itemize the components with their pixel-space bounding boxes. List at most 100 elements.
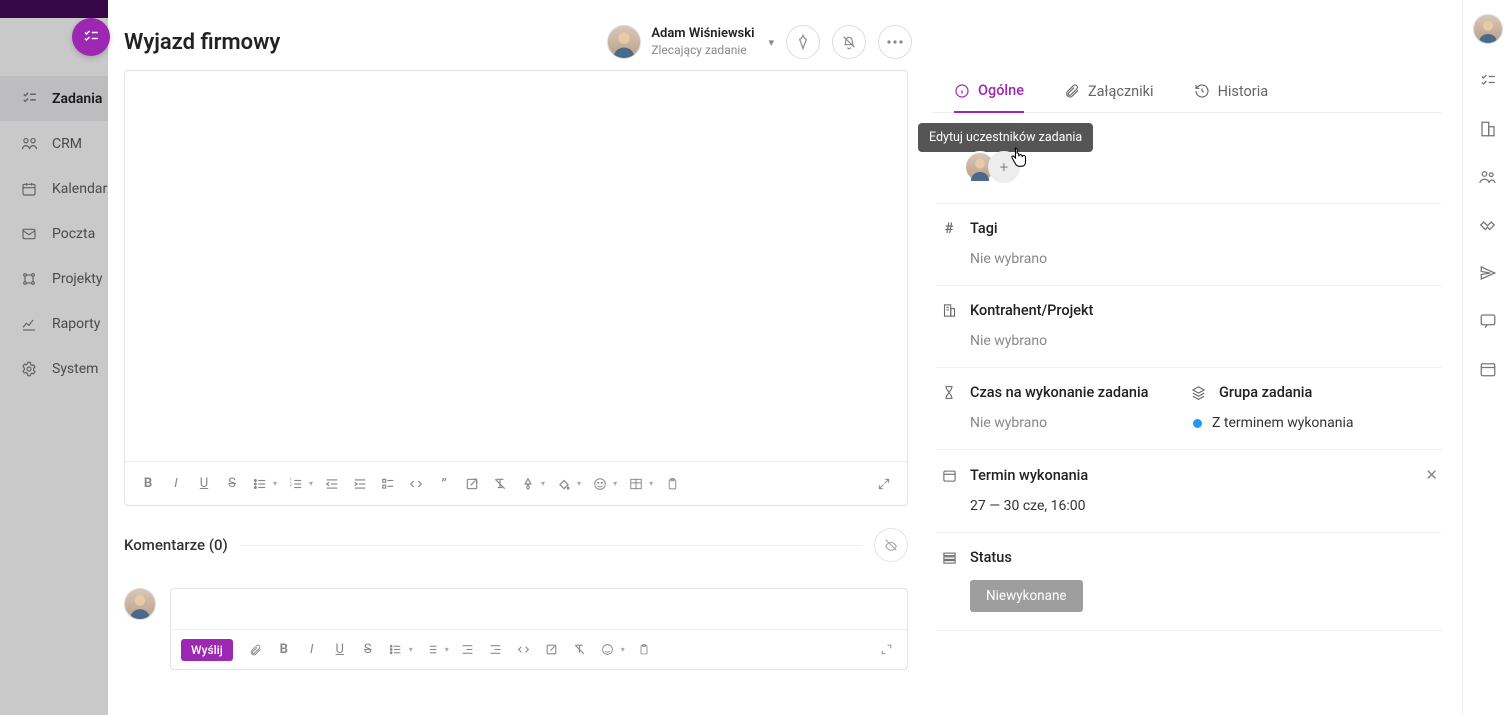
tab-history[interactable]: Historia	[1194, 82, 1269, 112]
bullet-list-button[interactable]	[385, 639, 407, 661]
status-field[interactable]: Status Niewykonane	[936, 533, 1442, 631]
code-button[interactable]	[513, 639, 535, 661]
field-label: Tagi	[970, 220, 998, 237]
paste-button[interactable]	[633, 639, 655, 661]
link-button[interactable]	[541, 639, 563, 661]
comments-heading: Komentarze (0)	[124, 536, 228, 554]
field-label: Termin wykonania	[970, 467, 1088, 484]
checklist-button[interactable]	[377, 473, 399, 495]
calendar-rail-icon[interactable]	[1477, 358, 1499, 380]
editor-content[interactable]	[125, 71, 907, 461]
tab-attachments[interactable]: Załączniki	[1064, 82, 1154, 112]
chevron-down-icon[interactable]: ▾	[273, 479, 277, 488]
bg-color-button[interactable]	[553, 473, 575, 495]
send-button[interactable]: Wyślij	[181, 639, 233, 661]
outdent-button[interactable]	[321, 473, 343, 495]
strike-button[interactable]: S	[357, 639, 379, 661]
calendar-icon	[940, 468, 958, 483]
bold-button[interactable]: B	[137, 473, 159, 495]
status-dot-icon	[1193, 419, 1202, 428]
chevron-down-icon[interactable]: ▾	[541, 479, 545, 488]
comment-input[interactable]	[171, 589, 907, 629]
people-rail-icon[interactable]	[1477, 166, 1499, 188]
chevron-down-icon[interactable]: ▾	[445, 645, 449, 654]
emoji-button[interactable]	[589, 473, 611, 495]
field-value: Nie wybrano	[970, 251, 1438, 267]
description-editor[interactable]: B I U S ▾ 12 ▾ ” ▾ ▾ ▾	[124, 70, 908, 506]
chevron-down-icon[interactable]: ▾	[621, 645, 625, 654]
priority-button[interactable]	[786, 25, 820, 59]
field-label: Grupa zadania	[1219, 384, 1312, 401]
bullet-list-button[interactable]	[249, 473, 271, 495]
code-button[interactable]	[405, 473, 427, 495]
chevron-down-icon[interactable]: ▾	[649, 479, 653, 488]
assignee-selector[interactable]: Adam Wiśniewski Zlecający zadanie ▾	[607, 25, 774, 59]
clear-deadline-button[interactable]: ✕	[1425, 466, 1438, 484]
more-button[interactable]	[878, 25, 912, 59]
tab-label: Załączniki	[1088, 83, 1154, 100]
table-button[interactable]	[625, 473, 647, 495]
avatar[interactable]	[1473, 14, 1503, 44]
divider	[240, 545, 862, 546]
avatar	[607, 25, 641, 59]
strike-button[interactable]: S	[221, 473, 243, 495]
attach-button[interactable]	[245, 639, 267, 661]
outdent-button[interactable]	[457, 639, 479, 661]
tasks-fab[interactable]	[72, 18, 110, 56]
tasks-rail-icon[interactable]	[1477, 70, 1499, 92]
underline-button[interactable]: U	[193, 473, 215, 495]
chevron-down-icon[interactable]: ▾	[309, 479, 313, 488]
handshake-rail-icon[interactable]	[1477, 214, 1499, 236]
group-field[interactable]: Grupa zadania Z terminem wykonania	[1189, 384, 1438, 431]
comment-toolbar: Wyślij B I U S ▾ ▾ ▾	[171, 629, 907, 669]
expand-button[interactable]	[873, 473, 895, 495]
ordered-list-button[interactable]	[421, 639, 443, 661]
time-field[interactable]: Czas na wykonanie zadania Nie wybrano	[940, 384, 1189, 431]
comments-visibility-button[interactable]	[874, 528, 908, 562]
tab-general[interactable]: Ogólne	[954, 82, 1024, 113]
layers-icon	[1189, 385, 1207, 400]
emoji-button[interactable]	[597, 639, 619, 661]
expand-button[interactable]	[875, 639, 897, 661]
indent-button[interactable]	[349, 473, 371, 495]
clear-format-button[interactable]	[489, 473, 511, 495]
italic-button[interactable]: I	[301, 639, 323, 661]
task-details: Ogólne Załączniki Historia Edytuj uczest…	[932, 0, 1462, 715]
status-badge[interactable]: Niewykonane	[970, 580, 1083, 612]
link-button[interactable]	[461, 473, 483, 495]
underline-button[interactable]: U	[329, 639, 351, 661]
hourglass-icon	[940, 385, 958, 400]
hash-icon: #	[940, 220, 958, 237]
right-rail	[1462, 0, 1512, 715]
field-value: Nie wybrano	[970, 415, 1189, 431]
paste-button[interactable]	[661, 473, 683, 495]
chevron-down-icon[interactable]: ▾	[613, 479, 617, 488]
quote-button[interactable]: ”	[433, 473, 455, 495]
chat-rail-icon[interactable]	[1477, 310, 1499, 332]
send-rail-icon[interactable]	[1477, 262, 1499, 284]
building-icon	[940, 303, 958, 318]
task-title: Wyjazd firmowy	[124, 30, 280, 55]
text-color-button[interactable]	[517, 473, 539, 495]
bold-button[interactable]: B	[273, 639, 295, 661]
chevron-down-icon[interactable]: ▾	[577, 479, 581, 488]
italic-button[interactable]: I	[165, 473, 187, 495]
chevron-down-icon: ▾	[768, 36, 774, 49]
assignee-role: Zlecający zadanie	[651, 43, 754, 58]
status-icon	[940, 550, 958, 565]
comment-editor[interactable]: Wyślij B I U S ▾ ▾ ▾	[170, 588, 908, 670]
assignee-name: Adam Wiśniewski	[651, 26, 754, 42]
indent-button[interactable]	[485, 639, 507, 661]
ordered-list-button[interactable]: 12	[285, 473, 307, 495]
clear-format-button[interactable]	[569, 639, 591, 661]
building-rail-icon[interactable]	[1477, 118, 1499, 140]
client-field[interactable]: Kontrahent/Projekt Nie wybrano	[936, 286, 1442, 368]
chevron-down-icon[interactable]: ▾	[409, 645, 413, 654]
deadline-field[interactable]: Termin wykonania ✕ 27 — 30 cze, 16:00	[936, 450, 1442, 533]
field-value: Nie wybrano	[970, 333, 1438, 349]
notifications-off-button[interactable]	[832, 25, 866, 59]
field-label: Czas na wykonanie zadania	[970, 384, 1149, 401]
add-participant-button[interactable]: +	[988, 151, 1020, 183]
participants-field: +	[936, 113, 1442, 204]
tags-field[interactable]: # Tagi Nie wybrano	[936, 204, 1442, 286]
